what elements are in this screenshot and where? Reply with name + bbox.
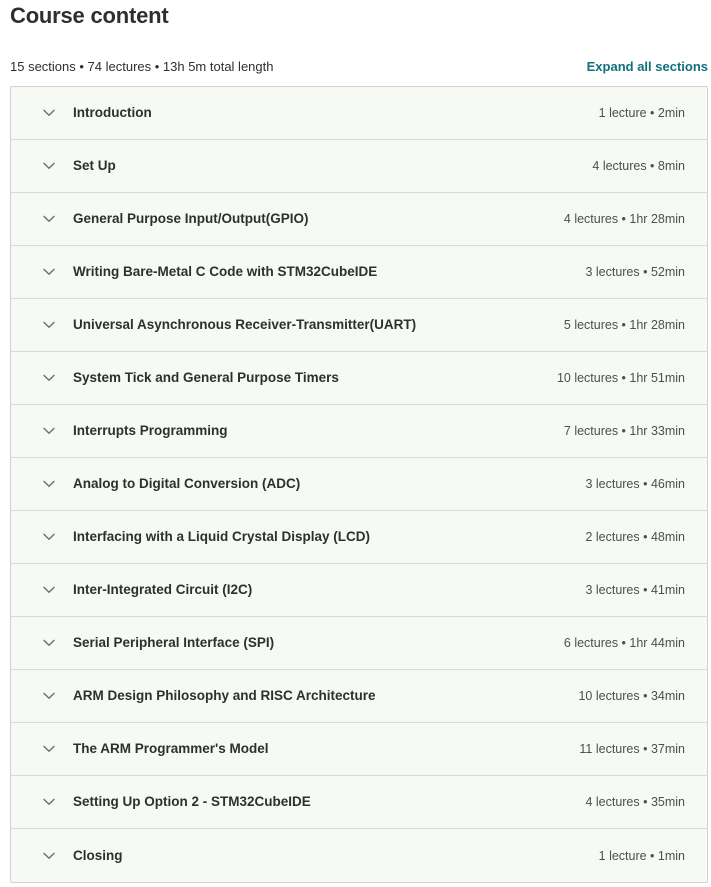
section-title: Introduction <box>73 105 152 120</box>
section-meta: 10 lectures • 1hr 51min <box>556 371 685 385</box>
section-meta: 4 lectures • 35min <box>585 795 685 809</box>
section-row[interactable]: Interrupts Programming 7 lectures • 1hr 3… <box>11 405 707 458</box>
section-meta: 5 lectures • 1hr 28min <box>563 318 685 332</box>
section-row[interactable]: Setting Up Option 2 - STM32CubeIDE 4 lect… <box>11 776 707 829</box>
section-row[interactable]: Serial Peripheral Interface (SPI) 6 lectu… <box>11 617 707 670</box>
section-row[interactable]: Introduction 1 lecture • 2min <box>11 87 707 140</box>
section-meta: 4 lectures • 1hr 28min <box>563 212 685 226</box>
expand-all-sections-button[interactable]: Expand all sections <box>587 57 708 77</box>
section-title: ARM Design Philosophy and RISC Architect… <box>73 688 376 703</box>
section-title: Set Up <box>73 158 116 173</box>
section-row[interactable]: Interfacing with a Liquid Crystal Displa… <box>11 511 707 564</box>
chevron-down-icon <box>42 583 56 597</box>
section-meta: 1 lecture • 1min <box>598 848 685 863</box>
course-sections-panel: Introduction 1 lecture • 2min Set Up 4 lect… <box>10 86 708 883</box>
section-title: Interfacing with a Liquid Crystal Displa… <box>73 529 371 544</box>
section-row[interactable]: Writing Bare-Metal C Code with STM32Cube… <box>11 246 707 299</box>
section-meta: 3 lectures • 41min <box>585 583 685 597</box>
chevron-down-icon <box>42 477 56 491</box>
section-title: Inter-Integrated Circuit (I2C) <box>73 582 253 597</box>
section-meta: 3 lectures • 52min <box>585 265 685 279</box>
section-row[interactable]: System Tick and General Purpose Timers 10… <box>11 352 707 405</box>
section-row[interactable]: Closing 1 lecture • 1min <box>11 829 707 882</box>
chevron-down-icon <box>42 265 56 279</box>
course-content-page: Course content 15 sections • 74 lectures… <box>0 0 711 887</box>
section-title: Closing <box>73 847 123 863</box>
section-title: Setting Up Option 2 - STM32CubeIDE <box>73 794 311 809</box>
section-title: Serial Peripheral Interface (SPI) <box>73 635 275 650</box>
chevron-down-icon <box>42 371 56 385</box>
course-summary-row: 15 sections • 74 lectures • 13h 5m total… <box>10 57 708 77</box>
section-row[interactable]: ARM Design Philosophy and RISC Architect… <box>11 670 707 723</box>
course-summary-text: 15 sections • 74 lectures • 13h 5m total… <box>10 59 274 74</box>
section-row[interactable]: Set Up 4 lectures • 8min <box>11 140 707 193</box>
section-row[interactable]: Analog to Digital Conversion (ADC) 3 lect… <box>11 458 707 511</box>
section-meta: 7 lectures • 1hr 33min <box>563 424 685 438</box>
section-meta: 3 lectures • 46min <box>585 477 685 491</box>
section-title: System Tick and General Purpose Timers <box>73 370 339 385</box>
section-title: General Purpose Input/Output(GPIO) <box>73 211 309 226</box>
chevron-down-icon <box>42 636 56 650</box>
chevron-down-icon <box>42 318 56 332</box>
section-meta: 2 lectures • 48min <box>585 530 685 544</box>
page-title: Course content <box>10 3 169 28</box>
section-meta: 11 lectures • 37min <box>579 742 685 756</box>
section-title: The ARM Programmer's Model <box>73 741 269 756</box>
section-meta: 1 lecture • 2min <box>598 106 685 120</box>
section-row[interactable]: The ARM Programmer's Model 11 lectures • … <box>11 723 707 776</box>
chevron-down-icon <box>42 530 56 544</box>
section-row[interactable]: Inter-Integrated Circuit (I2C) 3 lectures… <box>11 564 707 617</box>
section-meta: 4 lectures • 8min <box>592 159 685 173</box>
chevron-down-icon <box>42 849 56 863</box>
chevron-down-icon <box>42 106 56 120</box>
chevron-down-icon <box>42 212 56 226</box>
chevron-down-icon <box>42 159 56 173</box>
chevron-down-icon <box>42 424 56 438</box>
chevron-down-icon <box>42 795 56 809</box>
chevron-down-icon <box>42 742 56 756</box>
section-row[interactable]: Universal Asynchronous Receiver-Transmit… <box>11 299 707 352</box>
chevron-down-icon <box>42 689 56 703</box>
section-meta: 10 lectures • 34min <box>578 689 685 703</box>
section-title: Analog to Digital Conversion (ADC) <box>73 476 301 491</box>
section-title: Interrupts Programming <box>73 423 228 438</box>
section-title: Universal Asynchronous Receiver-Transmit… <box>73 317 417 332</box>
section-title: Writing Bare-Metal C Code with STM32Cube… <box>73 264 378 279</box>
section-meta: 6 lectures • 1hr 44min <box>563 636 685 650</box>
section-row[interactable]: General Purpose Input/Output(GPIO) 4 lect… <box>11 193 707 246</box>
